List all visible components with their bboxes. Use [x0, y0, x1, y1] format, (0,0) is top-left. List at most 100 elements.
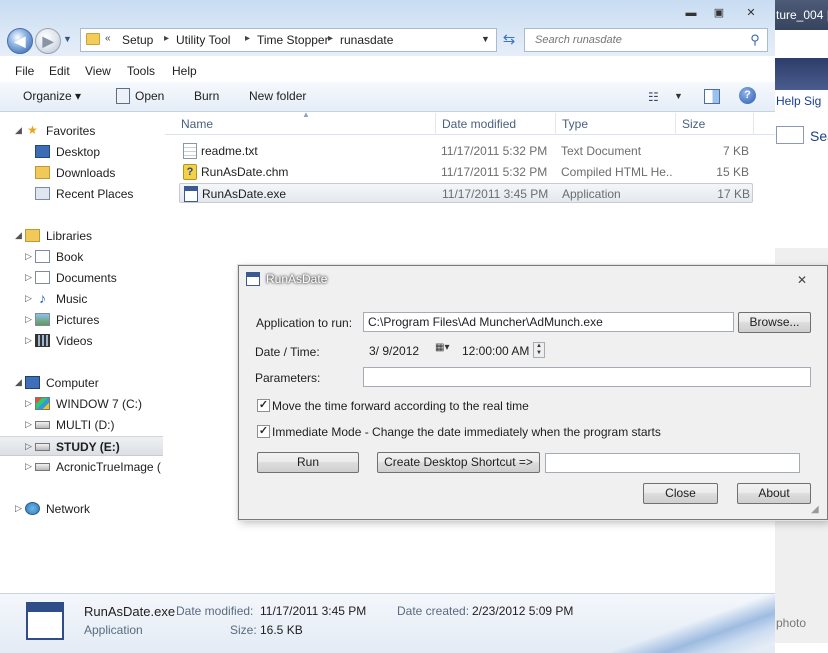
hidden-crumbs-chevron[interactable]: « [105, 33, 111, 44]
nav-drive-c[interactable]: ▷ WINDOW 7 (C:) [0, 394, 163, 414]
dialog-close-icon[interactable]: ✕ [794, 272, 810, 288]
immediate-mode-label[interactable]: Immediate Mode - Change the date immedia… [272, 425, 661, 439]
address-history-dropdown[interactable]: ▼ [481, 34, 490, 44]
nav-downloads[interactable]: Downloads [0, 163, 163, 183]
expand-arrow-icon[interactable]: ▷ [25, 272, 32, 283]
dialog-titlebar[interactable]: RunAsDate ✕ [239, 266, 827, 294]
datetime-label: Date / Time: [255, 345, 320, 359]
refresh-icon[interactable]: ⇆ [500, 31, 518, 49]
parameters-input[interactable] [363, 367, 811, 387]
file-row[interactable]: ? RunAsDate.chm 11/17/2011 5:32 PM Compi… [179, 162, 753, 182]
menu-help[interactable]: Help [172, 64, 197, 78]
command-bar: Organize ▾ Open Burn New folder ☷ ▼ ? [0, 82, 775, 112]
expand-arrow-icon[interactable]: ▷ [25, 398, 32, 409]
menu-edit[interactable]: Edit [49, 64, 70, 78]
breadcrumb-setup[interactable]: Setup [122, 33, 153, 47]
nav-network[interactable]: ▷ Network [0, 499, 163, 519]
create-shortcut-button[interactable]: Create Desktop Shortcut => [377, 452, 540, 473]
search-box[interactable]: ⚲ [524, 28, 768, 52]
column-size[interactable]: Size [676, 113, 754, 135]
maximize-button[interactable]: ▣ [708, 4, 730, 22]
breadcrumb-separator[interactable]: ▸ [328, 33, 333, 44]
menu-view[interactable]: View [85, 64, 111, 78]
back-button[interactable]: ◀ [7, 28, 33, 54]
breadcrumb-separator[interactable]: ▸ [245, 33, 250, 44]
expand-arrow-icon[interactable]: ▷ [25, 419, 32, 430]
collapse-arrow-icon[interactable]: ◢ [15, 125, 22, 136]
nav-desktop[interactable]: Desktop [0, 142, 163, 162]
date-value[interactable]: 3/ 9/2012 [369, 344, 419, 358]
column-name[interactable]: Name [175, 113, 436, 135]
minimize-button[interactable]: ▬ [680, 4, 702, 22]
nav-libraries[interactable]: ◢ Libraries [0, 226, 163, 246]
search-input[interactable] [535, 32, 735, 48]
application-path-input[interactable]: C:\Program Files\Ad Muncher\AdMunch.exe [363, 312, 734, 332]
expand-arrow-icon[interactable]: ▷ [25, 314, 32, 325]
nav-favorites[interactable]: ◢ ★ Favorites [0, 121, 163, 141]
nav-pictures[interactable]: ▷ Pictures [0, 310, 163, 330]
file-type: Compiled HTML He... [561, 165, 673, 179]
immediate-mode-checkbox[interactable]: ✓ [257, 425, 270, 438]
nav-book[interactable]: ▷ Book [0, 247, 163, 267]
views-icon[interactable]: ☷ [648, 90, 659, 104]
nav-videos[interactable]: ▷ Videos [0, 331, 163, 351]
nav-label: Downloads [56, 166, 116, 180]
nav-computer[interactable]: ◢ Computer [0, 373, 163, 393]
recent-pages-dropdown[interactable]: ▼ [63, 34, 72, 44]
file-name: RunAsDate.chm [201, 165, 289, 179]
organize-button[interactable]: Organize ▾ [23, 89, 81, 103]
views-dropdown-arrow[interactable]: ▼ [674, 91, 683, 101]
breadcrumb-runasdate[interactable]: runasdate [340, 33, 393, 47]
menu-file[interactable]: File [15, 64, 34, 78]
background-search-label: Sea [810, 128, 828, 144]
drive-icon [35, 463, 50, 471]
nav-music[interactable]: ▷ ♪ Music [0, 289, 163, 309]
details-type: Application [84, 623, 143, 637]
time-value[interactable]: 12:00:00 AM [462, 344, 529, 358]
column-type[interactable]: Type [556, 113, 676, 135]
preview-pane-icon[interactable] [704, 89, 720, 104]
nav-recent-places[interactable]: Recent Places [0, 184, 163, 204]
browse-button[interactable]: Browse... [738, 312, 811, 333]
help-icon[interactable]: ? [739, 87, 756, 104]
address-bar[interactable]: « Setup ▸ Utility Tool ▸ Time Stopper ▸ … [80, 28, 497, 52]
expand-arrow-icon[interactable]: ▷ [25, 335, 32, 346]
collapse-arrow-icon[interactable]: ◢ [15, 230, 22, 241]
breadcrumb-separator[interactable]: ▸ [164, 33, 169, 44]
open-button[interactable]: Open [135, 89, 164, 103]
expand-arrow-icon[interactable]: ▷ [25, 441, 32, 452]
about-button[interactable]: About [737, 483, 811, 504]
close-button[interactable]: Close [643, 483, 718, 504]
nav-label: MULTI (D:) [56, 418, 115, 432]
application-icon [184, 186, 198, 202]
new-folder-button[interactable]: New folder [249, 89, 306, 103]
resize-grip-icon[interactable]: ◢ [811, 504, 819, 515]
breadcrumb-utility-tool[interactable]: Utility Tool [176, 33, 230, 47]
burn-button[interactable]: Burn [194, 89, 219, 103]
expand-arrow-icon[interactable]: ▷ [25, 293, 32, 304]
nav-documents[interactable]: ▷ Documents [0, 268, 163, 288]
move-time-label[interactable]: Move the time forward according to the r… [272, 399, 529, 413]
forward-button[interactable]: ▶ [35, 28, 61, 54]
move-time-checkbox[interactable]: ✓ [257, 399, 270, 412]
shortcut-name-input[interactable] [545, 453, 800, 473]
background-search-field[interactable] [776, 126, 804, 144]
column-date-modified[interactable]: Date modified [436, 113, 556, 135]
menu-tools[interactable]: Tools [127, 64, 155, 78]
close-window-button[interactable]: ✕ [738, 4, 764, 22]
size-value: 16.5 KB [260, 623, 303, 637]
collapse-arrow-icon[interactable]: ◢ [15, 377, 22, 388]
run-button[interactable]: Run [257, 452, 359, 473]
expand-arrow-icon[interactable]: ▷ [25, 461, 32, 472]
nav-drive-acronis[interactable]: ▷ AcronicTrueImage ( [0, 457, 163, 477]
file-row-selected[interactable]: RunAsDate.exe 11/17/2011 3:45 PM Applica… [179, 183, 753, 203]
nav-drive-d[interactable]: ▷ MULTI (D:) [0, 415, 163, 435]
expand-arrow-icon[interactable]: ▷ [25, 251, 32, 262]
search-icon[interactable]: ⚲ [747, 32, 763, 48]
breadcrumb-time-stopper[interactable]: Time Stopper [257, 33, 329, 47]
file-row[interactable]: readme.txt 11/17/2011 5:32 PM Text Docum… [179, 141, 753, 161]
calendar-dropdown-icon[interactable]: ▦▾ [435, 342, 457, 358]
expand-arrow-icon[interactable]: ▷ [15, 503, 22, 514]
nav-drive-e[interactable]: ▷ STUDY (E:) [0, 436, 163, 456]
time-spinner[interactable]: ▲ ▼ [533, 342, 545, 358]
